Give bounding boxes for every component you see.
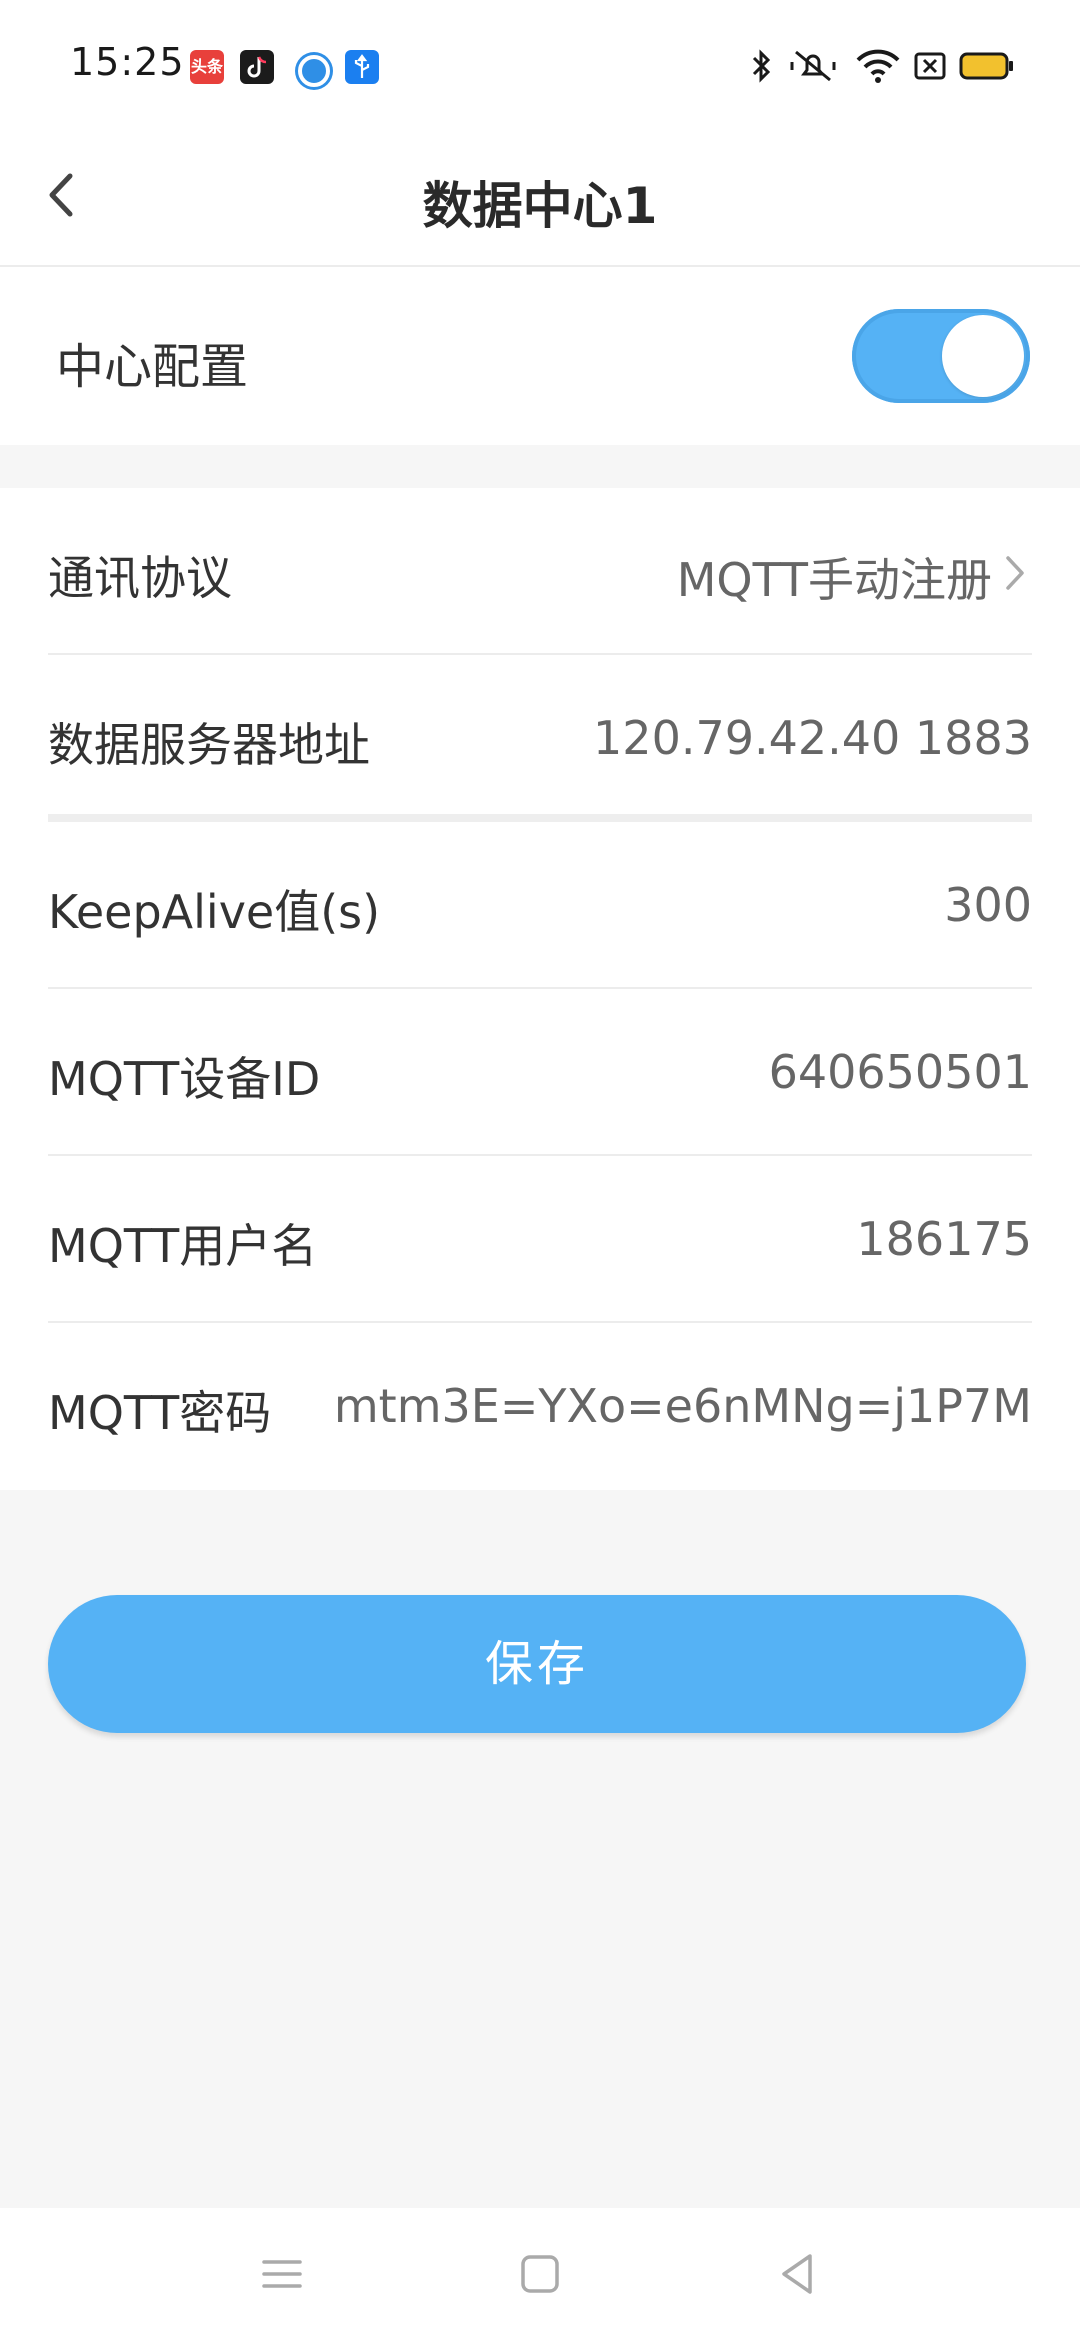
protocol-value: MQTT手动注册: [676, 553, 992, 607]
protocol-label: 通讯协议: [48, 551, 232, 605]
center-config-row: 中心配置: [0, 267, 1080, 445]
keepalive-row[interactable]: KeepAlive值(s) 300: [0, 822, 1080, 989]
protocol-row[interactable]: 通讯协议 MQTT手动注册: [0, 488, 1080, 655]
password-label: MQTT密码: [48, 1386, 272, 1440]
password-row[interactable]: MQTT密码 mtm3E=YXo=e6nMNg=j1P7M: [0, 1323, 1080, 1490]
bluetooth-icon: [748, 46, 776, 90]
center-config-label: 中心配置: [56, 339, 249, 395]
username-value: 186175: [856, 1212, 1032, 1266]
menu-icon[interactable]: [252, 2244, 312, 2304]
device-id-row[interactable]: MQTT设备ID 640650501: [0, 989, 1080, 1156]
chevron-right-icon: [996, 548, 1036, 598]
wifi-icon: [855, 46, 901, 90]
server-address-value: 120.79.42.40 1883: [593, 711, 1032, 765]
mute-icon: [790, 46, 836, 90]
password-value: mtm3E=YXo=e6nMNg=j1P7M: [333, 1379, 1032, 1433]
username-label: MQTT用户名: [48, 1219, 318, 1273]
device-id-label: MQTT设备ID: [48, 1052, 321, 1106]
page-title: 数据中心1: [422, 177, 658, 235]
system-nav-bar: [0, 2208, 1080, 2340]
back-triangle-icon[interactable]: [768, 2244, 828, 2304]
toutiao-app-icon: 头条: [190, 50, 224, 84]
circle-app-icon: [298, 55, 330, 87]
settings-list: 通讯协议 MQTT手动注册 数据服务器地址 120.79.42.40 1883 …: [0, 488, 1080, 1490]
status-bar: 15:25 头条: [0, 0, 1080, 130]
server-address-label: 数据服务器地址: [48, 718, 370, 772]
header: 数据中心1: [0, 130, 1080, 267]
home-icon[interactable]: [510, 2244, 570, 2304]
toggle-knob: [942, 315, 1024, 397]
username-row[interactable]: MQTT用户名 186175: [0, 1156, 1080, 1323]
sim-icon: [912, 46, 948, 90]
status-time: 15:25: [70, 40, 185, 84]
center-config-toggle[interactable]: [852, 309, 1030, 403]
divider: [48, 814, 1032, 822]
device-id-value: 640650501: [768, 1045, 1032, 1099]
server-address-row[interactable]: 数据服务器地址 120.79.42.40 1883: [0, 655, 1080, 822]
save-button[interactable]: 保存: [48, 1595, 1026, 1733]
keepalive-value: 300: [944, 878, 1032, 932]
battery-icon: [958, 46, 1016, 90]
keepalive-label: KeepAlive值(s): [48, 885, 381, 939]
usb-icon: [345, 50, 379, 84]
tiktok-app-icon: [240, 50, 274, 84]
